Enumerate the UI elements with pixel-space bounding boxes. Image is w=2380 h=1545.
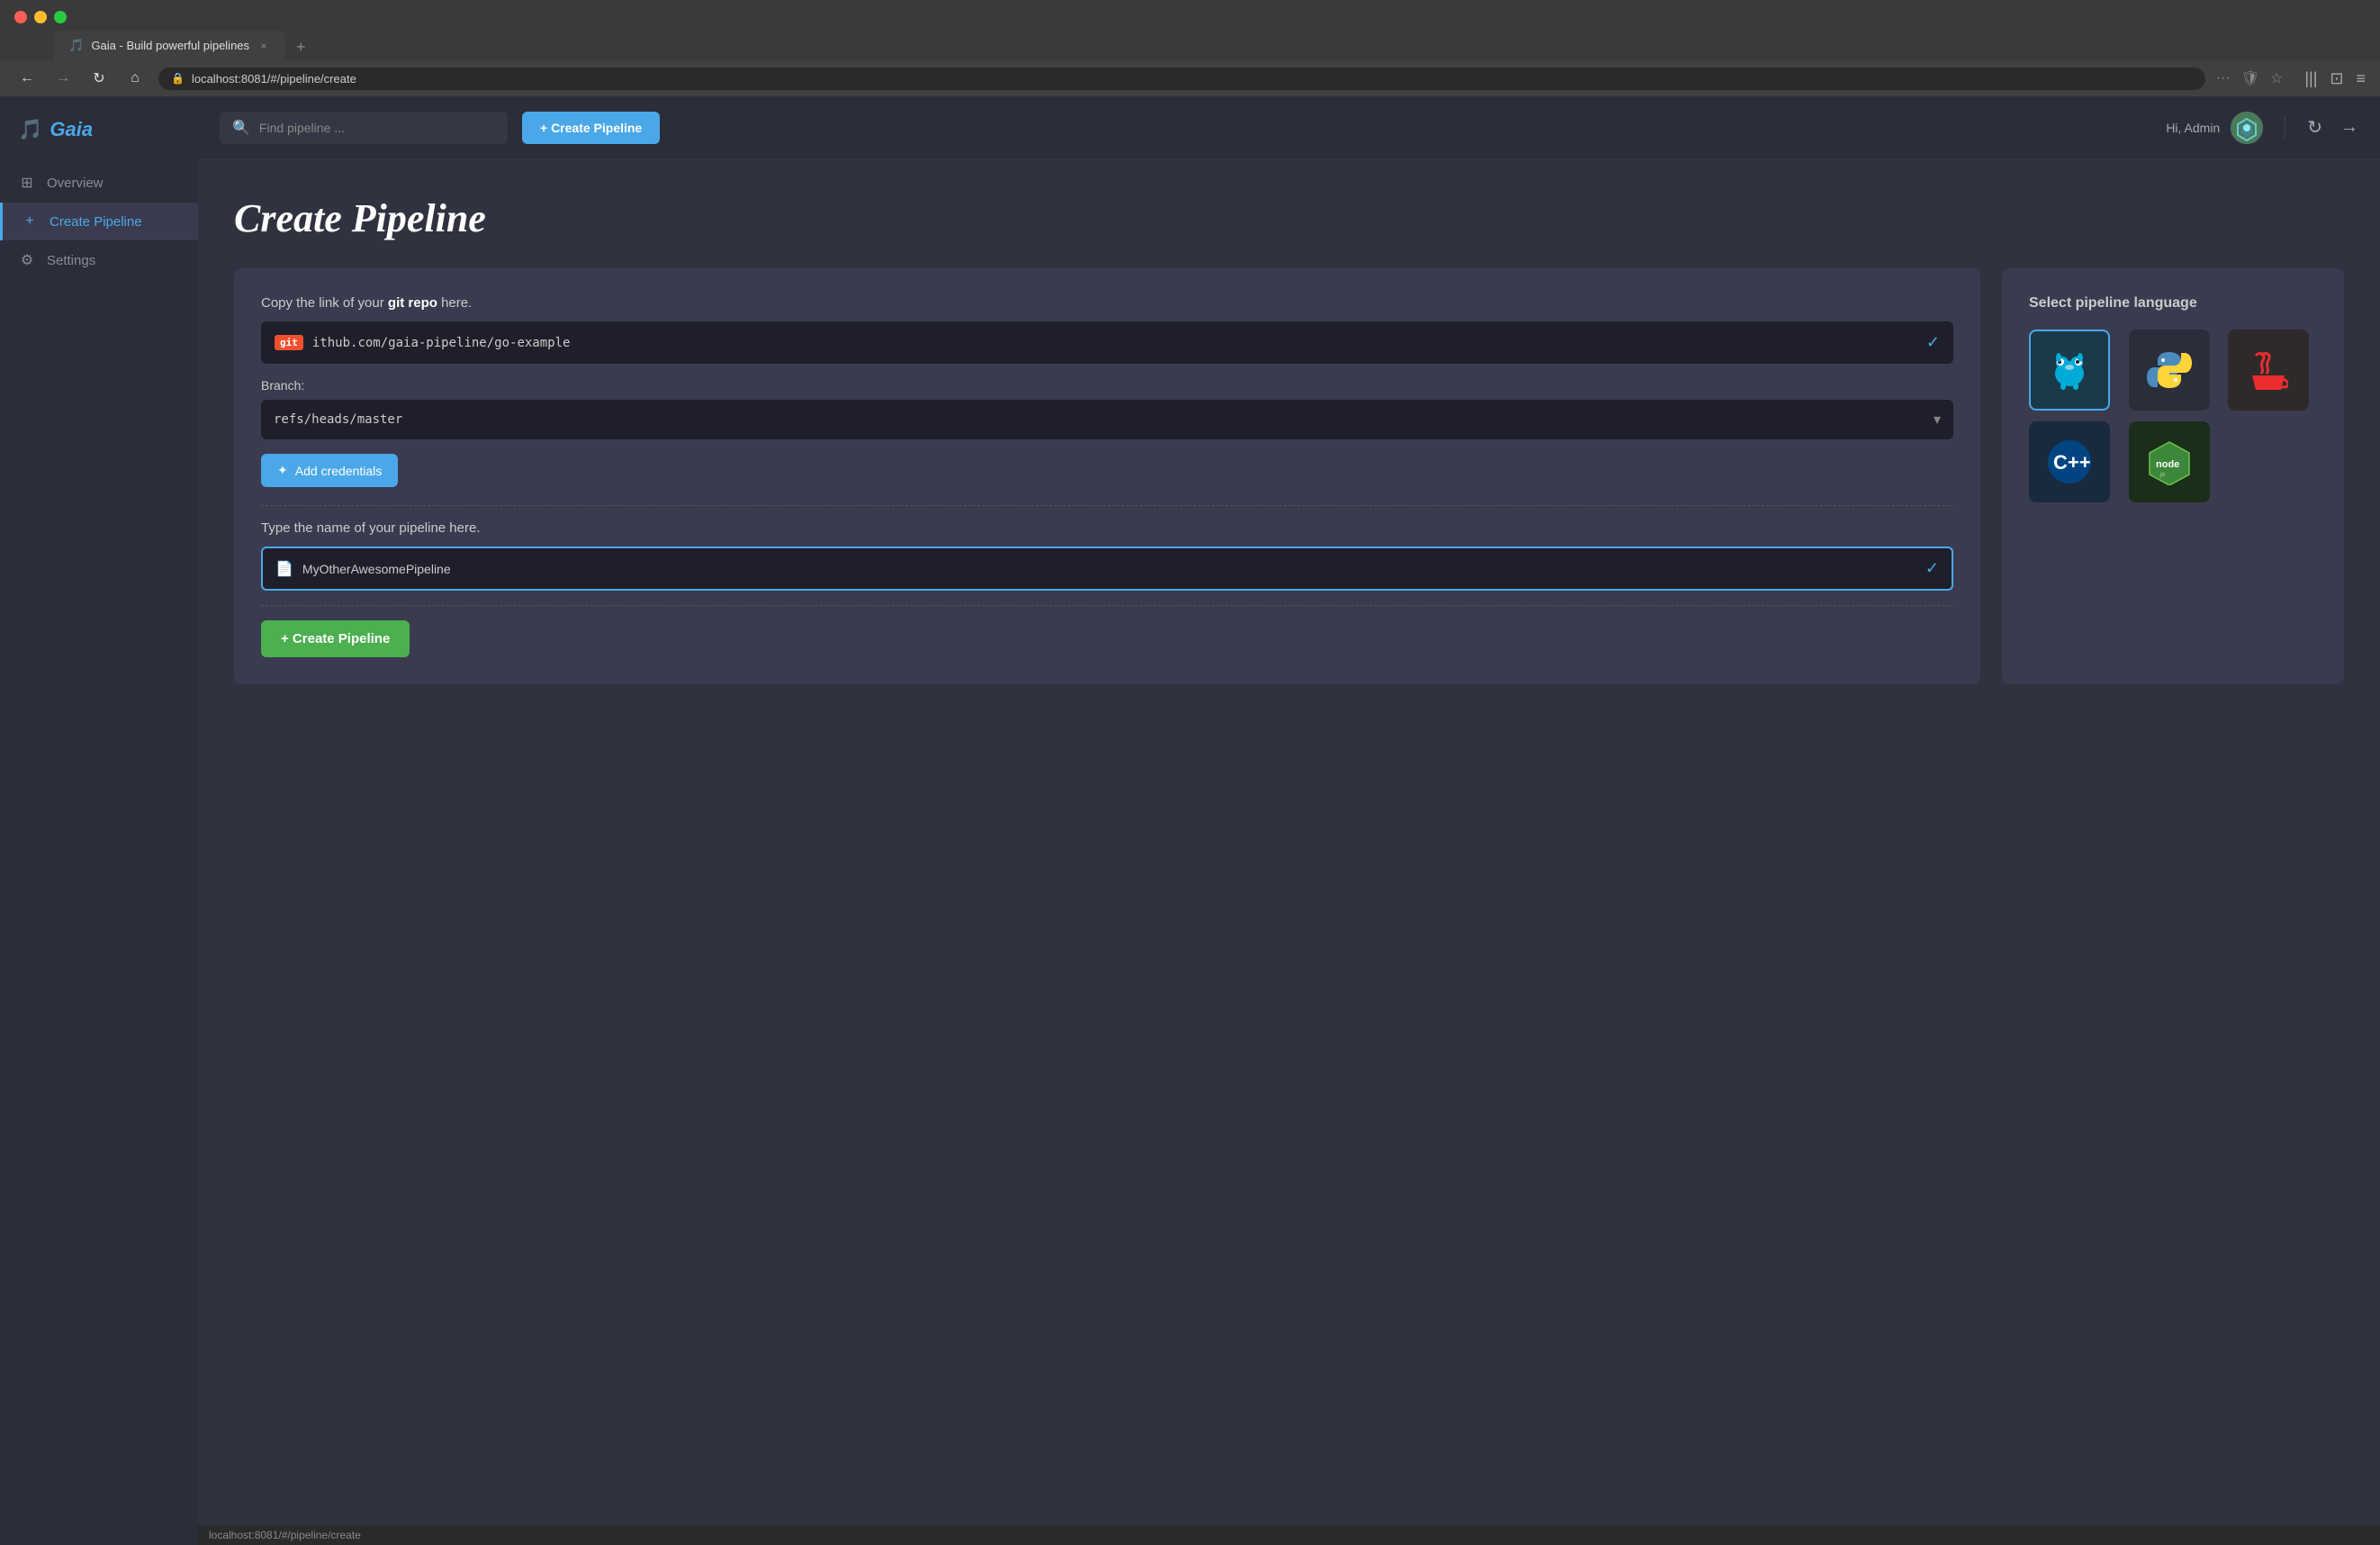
language-item-go[interactable] bbox=[2029, 330, 2110, 411]
more-icon[interactable]: ··· bbox=[2216, 70, 2231, 86]
create-pipeline-submit-button[interactable]: + Create Pipeline bbox=[261, 620, 410, 657]
logo-icon: 🎵 bbox=[18, 118, 42, 141]
avatar[interactable] bbox=[2231, 112, 2263, 144]
lock-icon: 🔒 bbox=[171, 72, 185, 85]
svg-text:C++: C++ bbox=[2053, 451, 2091, 474]
status-url: localhost:8081/#/pipeline/create bbox=[209, 1529, 361, 1541]
reader-icon[interactable]: ⊡ bbox=[2330, 69, 2343, 88]
pipeline-name-check-icon: ✓ bbox=[1925, 559, 1939, 578]
nodejs-logo: node .js bbox=[2146, 438, 2193, 485]
python-logo bbox=[2147, 348, 2192, 393]
address-bar: ← → ↻ ⌂ 🔒 localhost:8081/#/pipeline/crea… bbox=[0, 60, 2380, 96]
language-item-python[interactable] bbox=[2129, 330, 2210, 411]
library-icon[interactable]: ||| bbox=[2304, 69, 2317, 88]
page-content: Create Pipeline Copy the link of your gi… bbox=[198, 159, 2380, 1525]
git-url-text: ithub.com/gaia-pipeline/go-example bbox=[312, 336, 1919, 350]
greeting-text: Hi, Admin bbox=[2166, 121, 2220, 135]
git-repo-input[interactable]: git ithub.com/gaia-pipeline/go-example ✓ bbox=[261, 321, 1953, 364]
java-logo: Java bbox=[2249, 347, 2288, 393]
refresh-button[interactable]: ↻ bbox=[86, 66, 112, 91]
add-credentials-label: Add credentials bbox=[295, 464, 383, 478]
hamburger-menu-icon[interactable]: ≡ bbox=[2356, 69, 2366, 88]
form-card: Copy the link of your git repo here. git… bbox=[234, 268, 1980, 684]
settings-icon: ⚙ bbox=[18, 251, 36, 269]
sidebar-item-create-pipeline[interactable]: + Create Pipeline bbox=[0, 203, 198, 240]
browser-chrome: 🎵 Gaia - Build powerful pipelines × + ← … bbox=[0, 0, 2380, 96]
go-logo bbox=[2046, 347, 2093, 393]
sidebar-item-overview[interactable]: ⊞ Overview bbox=[0, 163, 198, 203]
logo-text: Gaia bbox=[50, 118, 93, 141]
header-actions: ↻ → bbox=[2285, 116, 2358, 139]
app-container: 🎵 Gaia ⊞ Overview + Create Pipeline ⚙ Se… bbox=[0, 96, 2380, 1545]
create-pipeline-icon: + bbox=[21, 213, 39, 230]
refresh-header-icon[interactable]: ↻ bbox=[2307, 116, 2322, 139]
language-grid: Java C++ bbox=[2029, 330, 2317, 502]
sidebar-item-settings[interactable]: ⚙ Settings bbox=[0, 240, 198, 280]
git-badge: git bbox=[275, 335, 303, 350]
search-placeholder: Find pipeline ... bbox=[259, 121, 345, 135]
key-icon: ✦ bbox=[277, 463, 288, 478]
repo-label: Copy the link of your git repo here. bbox=[261, 295, 1953, 311]
url-text: localhost:8081/#/pipeline/create bbox=[192, 72, 356, 86]
language-item-cpp[interactable]: C++ bbox=[2029, 421, 2110, 502]
close-traffic-light[interactable] bbox=[14, 11, 27, 23]
svg-text:.js: .js bbox=[2159, 472, 2166, 478]
svg-text:node: node bbox=[2156, 459, 2179, 470]
add-credentials-button[interactable]: ✦ Add credentials bbox=[261, 454, 398, 487]
create-pipeline-button[interactable]: + Create Pipeline bbox=[522, 112, 660, 144]
traffic-lights bbox=[0, 0, 2380, 23]
content-grid: Copy the link of your git repo here. git… bbox=[234, 268, 2344, 684]
divider-1 bbox=[261, 505, 1953, 506]
status-bar: localhost:8081/#/pipeline/create bbox=[198, 1525, 2380, 1545]
minimize-traffic-light[interactable] bbox=[34, 11, 47, 23]
pipeline-name-input[interactable]: 📄 MyOtherAwesomePipeline ✓ bbox=[261, 547, 1953, 591]
bookmark-icon[interactable]: ☆ bbox=[2270, 69, 2283, 87]
branch-select[interactable]: refs/heads/master ▾ bbox=[261, 400, 1953, 439]
pipeline-name-label: Type the name of your pipeline here. bbox=[261, 520, 1953, 536]
language-item-java[interactable]: Java bbox=[2228, 330, 2309, 411]
forward-button[interactable]: → bbox=[50, 66, 76, 91]
tab-title: Gaia - Build powerful pipelines bbox=[91, 39, 249, 52]
home-button[interactable]: ⌂ bbox=[122, 66, 148, 91]
create-pipeline-button-label: + Create Pipeline bbox=[540, 121, 642, 135]
page-title: Create Pipeline bbox=[234, 195, 2344, 241]
sidebar-item-create-pipeline-label: Create Pipeline bbox=[50, 214, 142, 230]
cpp-logo: C++ bbox=[2046, 438, 2093, 485]
tab-favicon: 🎵 bbox=[68, 38, 84, 53]
search-bar[interactable]: 🔍 Find pipeline ... bbox=[220, 112, 508, 144]
language-item-nodejs[interactable]: node .js bbox=[2129, 421, 2210, 502]
sidebar-nav: ⊞ Overview + Create Pipeline ⚙ Settings bbox=[0, 163, 198, 1545]
back-button[interactable]: ← bbox=[14, 66, 40, 91]
nav-extra-icons: ··· 🛡 ☆ bbox=[2216, 69, 2284, 87]
sidebar-item-settings-label: Settings bbox=[47, 253, 95, 268]
url-bar[interactable]: 🔒 localhost:8081/#/pipeline/create bbox=[158, 68, 2205, 90]
overview-icon: ⊞ bbox=[18, 174, 36, 192]
branch-value: refs/heads/master bbox=[274, 412, 402, 427]
top-header: 🔍 Find pipeline ... + Create Pipeline Hi… bbox=[198, 96, 2380, 159]
new-tab-button[interactable]: + bbox=[289, 34, 313, 60]
main-content: 🔍 Find pipeline ... + Create Pipeline Hi… bbox=[198, 96, 2380, 1545]
branch-label: Branch: bbox=[261, 378, 1953, 393]
pipeline-name-text: MyOtherAwesomePipeline bbox=[302, 562, 1918, 576]
sidebar: 🎵 Gaia ⊞ Overview + Create Pipeline ⚙ Se… bbox=[0, 96, 198, 1545]
document-icon: 📄 bbox=[275, 560, 293, 578]
chevron-down-icon: ▾ bbox=[1934, 411, 1941, 429]
nav-right-icons: ||| ⊡ ≡ bbox=[2304, 69, 2366, 88]
repo-check-icon: ✓ bbox=[1926, 333, 1940, 352]
language-selector-title: Select pipeline language bbox=[2029, 295, 2317, 312]
create-pipeline-submit-label: + Create Pipeline bbox=[281, 631, 390, 646]
language-selector-card: Select pipeline language bbox=[2002, 268, 2344, 684]
user-area: Hi, Admin bbox=[2166, 112, 2263, 144]
logout-icon[interactable]: → bbox=[2340, 117, 2358, 138]
search-icon: 🔍 bbox=[232, 119, 250, 137]
sidebar-item-overview-label: Overview bbox=[47, 176, 104, 191]
sidebar-logo: 🎵 Gaia bbox=[0, 96, 198, 163]
tab-bar: 🎵 Gaia - Build powerful pipelines × + bbox=[0, 23, 2380, 60]
maximize-traffic-light[interactable] bbox=[54, 11, 67, 23]
tab-close-button[interactable]: × bbox=[257, 39, 271, 53]
active-tab[interactable]: 🎵 Gaia - Build powerful pipelines × bbox=[54, 31, 285, 60]
divider-2 bbox=[261, 605, 1953, 606]
shield-icon[interactable]: 🛡 bbox=[2241, 69, 2259, 87]
